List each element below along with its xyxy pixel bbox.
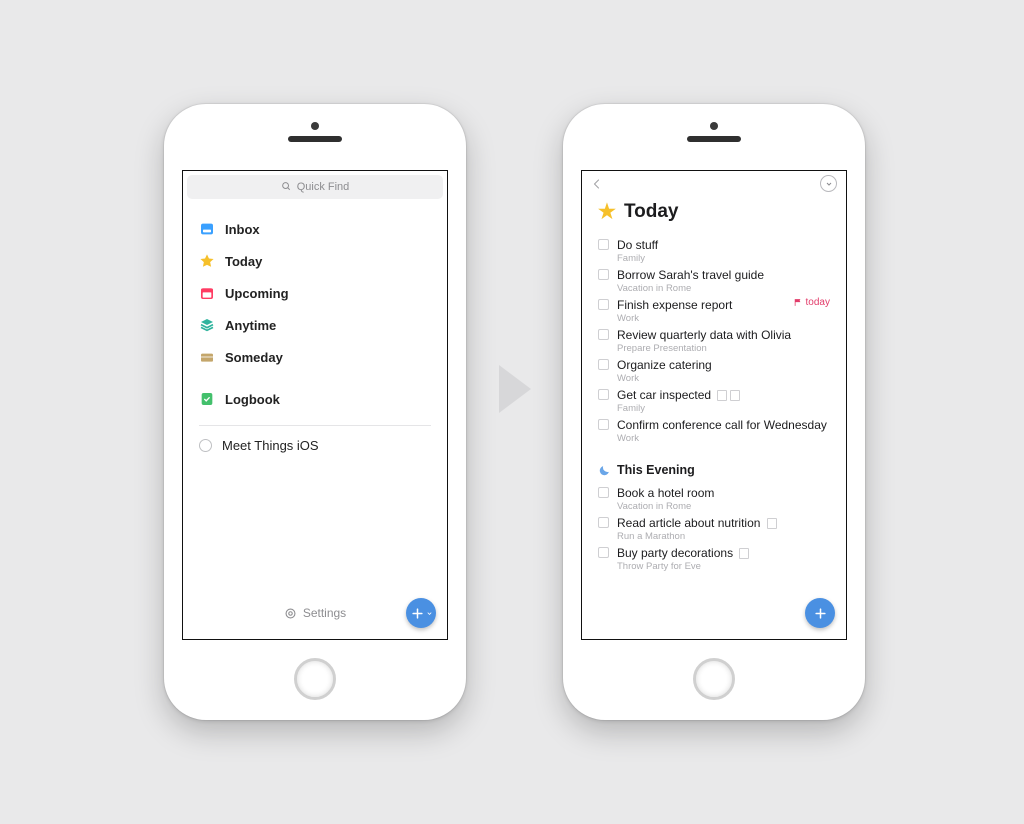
task-subtitle: Run a Marathon xyxy=(617,531,830,542)
search-icon xyxy=(281,181,291,194)
task-title: Buy party decorations xyxy=(617,546,830,561)
task-subtitle: Vacation in Rome xyxy=(617,501,830,512)
nav-item-inbox[interactable]: Inbox xyxy=(183,213,447,245)
task-row[interactable]: Finish expense report Work today xyxy=(598,295,830,325)
task-title: Read article about nutrition xyxy=(617,516,830,531)
task-subtitle: Work xyxy=(617,373,830,384)
home-button[interactable] xyxy=(693,658,735,700)
collapse-button[interactable] xyxy=(820,175,837,192)
checkbox[interactable] xyxy=(598,299,609,310)
nav-item-anytime[interactable]: Anytime xyxy=(183,309,447,341)
nav-item-today[interactable]: Today xyxy=(183,245,447,277)
checkbox[interactable] xyxy=(598,359,609,370)
checkbox[interactable] xyxy=(598,269,609,280)
today-task-list: Do stuff Family Borrow Sarah's travel gu… xyxy=(582,235,846,445)
task-row[interactable]: Do stuff Family xyxy=(598,235,830,265)
task-subtitle: Vacation in Rome xyxy=(617,283,830,294)
task-subtitle: Prepare Presentation xyxy=(617,343,830,354)
deadline-flag: today xyxy=(794,297,830,308)
checkbox[interactable] xyxy=(598,517,609,528)
task-title: Borrow Sarah's travel guide xyxy=(617,268,830,283)
settings-label[interactable]: Settings xyxy=(303,606,346,620)
drawer-icon xyxy=(199,349,215,365)
camera-dot xyxy=(710,122,718,130)
nav-label: Logbook xyxy=(225,392,280,407)
add-button[interactable] xyxy=(406,598,436,628)
divider xyxy=(199,425,431,426)
task-title: Get car inspected xyxy=(617,388,830,403)
checkbox[interactable] xyxy=(598,419,609,430)
logbook-icon xyxy=(199,391,215,407)
nav-label: Inbox xyxy=(225,222,260,237)
task-title: Confirm conference call for Wednesday xyxy=(617,418,830,433)
nav-label: Anytime xyxy=(225,318,276,333)
task-subtitle: Family xyxy=(617,253,830,264)
checkbox[interactable] xyxy=(598,389,609,400)
page-title: ★ Today xyxy=(582,197,846,235)
task-row[interactable]: Organize catering Work xyxy=(598,355,830,385)
project-row[interactable]: Meet Things iOS xyxy=(183,430,447,461)
quick-find-bar[interactable]: Quick Find xyxy=(187,175,443,199)
task-row[interactable]: Buy party decorations Throw Party for Ev… xyxy=(598,543,830,573)
project-pie-icon xyxy=(199,439,212,452)
speaker-slit xyxy=(687,136,741,142)
task-row[interactable]: Get car inspected Family xyxy=(598,385,830,415)
phone-mockup-right: ★ Today Do stuff Family Borrow Sarah's t… xyxy=(563,104,865,720)
task-row[interactable]: Review quarterly data with Olivia Prepar… xyxy=(598,325,830,355)
evening-task-list: Book a hotel room Vacation in Rome Read … xyxy=(582,483,846,573)
flag-icon xyxy=(794,298,803,307)
back-button[interactable] xyxy=(591,176,603,197)
evening-heading: This Evening xyxy=(582,445,846,483)
task-title: Book a hotel room xyxy=(617,486,830,501)
task-subtitle: Work xyxy=(617,313,830,324)
attachment-badges xyxy=(767,518,777,529)
title-text: Today xyxy=(624,201,679,223)
task-row[interactable]: Confirm conference call for Wednesday Wo… xyxy=(598,415,830,445)
nav-item-logbook[interactable]: Logbook xyxy=(183,383,447,415)
phone-mockup-left: Quick Find Inbox xyxy=(164,104,466,720)
evening-label: This Evening xyxy=(617,463,695,477)
checkbox[interactable] xyxy=(598,239,609,250)
task-subtitle: Work xyxy=(617,433,830,444)
nav-item-someday[interactable]: Someday xyxy=(183,341,447,373)
transition-arrow xyxy=(499,365,531,413)
screen-right: ★ Today Do stuff Family Borrow Sarah's t… xyxy=(581,170,847,640)
checkbox[interactable] xyxy=(598,329,609,340)
inbox-icon xyxy=(199,221,215,237)
add-button[interactable] xyxy=(805,598,835,628)
moon-icon xyxy=(598,464,611,477)
attachment-badges xyxy=(717,390,740,401)
nav-item-upcoming[interactable]: Upcoming xyxy=(183,277,447,309)
gear-icon[interactable] xyxy=(284,607,297,620)
task-subtitle: Throw Party for Eve xyxy=(617,561,830,572)
task-subtitle: Family xyxy=(617,403,830,414)
task-title: Organize catering xyxy=(617,358,830,373)
attachment-badges xyxy=(739,548,749,559)
task-title: Review quarterly data with Olivia xyxy=(617,328,830,343)
chevron-down-icon xyxy=(426,610,433,617)
checkbox[interactable] xyxy=(598,487,609,498)
star-icon xyxy=(199,253,215,269)
task-row[interactable]: Borrow Sarah's travel guide Vacation in … xyxy=(598,265,830,295)
task-row[interactable]: Read article about nutrition Run a Marat… xyxy=(598,513,830,543)
speaker-slit xyxy=(288,136,342,142)
project-label: Meet Things iOS xyxy=(222,438,319,453)
nav-label: Someday xyxy=(225,350,283,365)
star-icon: ★ xyxy=(598,202,616,222)
task-row[interactable]: Book a hotel room Vacation in Rome xyxy=(598,483,830,513)
flag-text: today xyxy=(806,297,830,308)
nav-label: Today xyxy=(225,254,262,269)
camera-dot xyxy=(311,122,319,130)
checkbox[interactable] xyxy=(598,547,609,558)
screen-left: Quick Find Inbox xyxy=(182,170,448,640)
home-button[interactable] xyxy=(294,658,336,700)
stack-icon xyxy=(199,317,215,333)
task-title: Do stuff xyxy=(617,238,830,253)
calendar-icon xyxy=(199,285,215,301)
quick-find-label: Quick Find xyxy=(297,181,350,193)
nav-label: Upcoming xyxy=(225,286,289,301)
